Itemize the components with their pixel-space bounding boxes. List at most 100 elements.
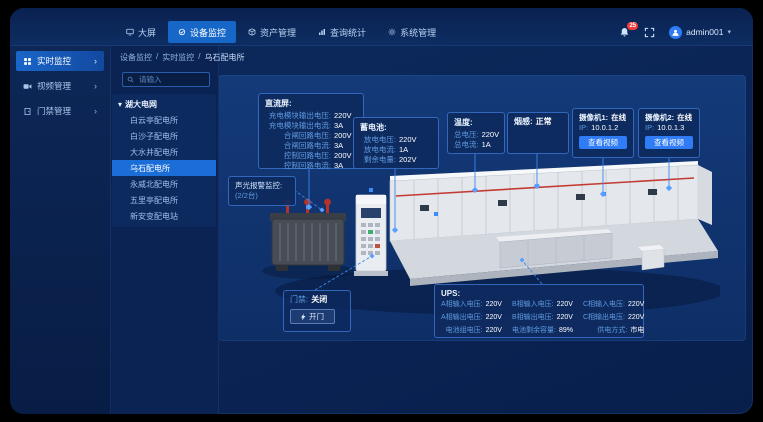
- sidebar-item-realtime-monitoring[interactable]: 实时监控 ›: [16, 51, 104, 71]
- equipment-marker[interactable]: [535, 184, 539, 188]
- camera1-view-video-button[interactable]: 查看视频: [579, 136, 627, 149]
- equipment-marker[interactable]: [369, 188, 373, 192]
- video-camera-icon: [23, 82, 32, 91]
- sidebar-item-video-management[interactable]: 视频管理 ›: [16, 76, 104, 96]
- camera2-panel: 摄像机2:在线 IP:10.0.1.3 查看视频: [638, 108, 700, 158]
- user-menu[interactable]: admin001 ▾: [669, 26, 731, 39]
- door-label: 门禁:: [290, 295, 308, 305]
- tab-system-management[interactable]: 系统管理: [378, 21, 446, 43]
- metric-value: 1A: [399, 145, 408, 155]
- temperature-panel: 温度: 总电压:220V 总电流:1A: [447, 112, 505, 154]
- metric-label: 总电流:: [454, 140, 479, 150]
- camera2-title: 摄像机2:: [645, 113, 674, 123]
- sidebar-item-access-control[interactable]: 门禁管理 ›: [16, 101, 104, 121]
- metric-value: 220V: [399, 135, 417, 145]
- smoke-label: 烟感:: [514, 117, 533, 127]
- metric-label: A相输入电压:: [441, 300, 483, 310]
- metric-value: 220V: [628, 300, 644, 310]
- metric-label: B相输入电压:: [512, 300, 554, 310]
- search-icon: [127, 76, 134, 83]
- tab-big-screen[interactable]: 大屏: [116, 21, 166, 43]
- open-door-button[interactable]: 开门: [290, 309, 335, 324]
- tree-item-station[interactable]: 永威北配电所: [112, 176, 216, 192]
- equipment-marker[interactable]: [434, 212, 438, 216]
- dc-panel-title: 直流屏:: [265, 98, 357, 109]
- metric-label: C相输出电压:: [583, 313, 625, 323]
- metric-value: 3A: [334, 121, 343, 131]
- fullscreen-icon: [644, 27, 655, 38]
- metric-value: 市电: [630, 326, 644, 336]
- camera1-panel: 摄像机1:在线 IP:10.0.1.2 查看视频: [572, 108, 634, 158]
- tree-item-station[interactable]: 白云亭配电所: [112, 112, 216, 128]
- notifications-button[interactable]: 25: [619, 27, 630, 38]
- metric-label: C相输入电压:: [583, 300, 625, 310]
- equipment-marker[interactable]: [306, 205, 310, 209]
- tree-item-station[interactable]: 新安变配电站: [112, 208, 216, 224]
- sidebar-item-label: 视频管理: [37, 80, 71, 92]
- battery-panel: 蓄电池: 放电电压:220V 放电电流:1A 剩余电量:202V: [353, 117, 439, 169]
- chevron-right-icon: ›: [94, 81, 97, 91]
- metric-label: B相输出电压:: [512, 313, 554, 323]
- metric-label: 放电电压:: [360, 135, 396, 145]
- search-input[interactable]: [137, 74, 205, 85]
- metric-value: 202V: [399, 155, 417, 165]
- metric-value: 220V: [557, 313, 573, 323]
- tree-item-station[interactable]: 大水井配电所: [112, 144, 216, 160]
- sidebar-item-label: 实时监控: [37, 55, 71, 67]
- tree-item-station[interactable]: 五里亭配电所: [112, 192, 216, 208]
- tab-query-statistics[interactable]: 查询统计: [308, 21, 376, 43]
- metric-value: 200V: [334, 131, 352, 141]
- camera2-ip: 10.0.1.3: [657, 123, 684, 133]
- chevron-right-icon: ›: [94, 56, 97, 66]
- tab-label: 系统管理: [400, 26, 436, 39]
- tree-item-station[interactable]: 白沙子配电所: [112, 128, 216, 144]
- ip-label: IP:: [645, 123, 654, 133]
- equipment-marker[interactable]: [602, 192, 606, 196]
- camera1-ip: 10.0.1.2: [591, 123, 618, 133]
- metric-value: 220V: [482, 130, 500, 140]
- screen: 大屏 设备监控 资产管理 查询统计 系统管理: [0, 0, 763, 422]
- audible-visual-alarm-panel: 声光报警监控: (2/2台): [228, 176, 296, 206]
- metric-value: 200V: [334, 151, 352, 161]
- temperature-panel-title: 温度:: [454, 117, 498, 128]
- tree-root-label: 湖大电网: [125, 99, 157, 110]
- big-screen-icon: [126, 28, 134, 36]
- ip-label: IP:: [579, 123, 588, 133]
- station-tree: ▾ 湖大电网 白云亭配电所 白沙子配电所 大水井配电所 乌石配电所 永威北配电所…: [112, 94, 216, 227]
- camera1-title: 摄像机1:: [579, 113, 608, 123]
- smoke-sensor-panel: 烟感:正常: [507, 112, 569, 154]
- breadcrumb-separator: /: [156, 52, 158, 63]
- tab-label: 资产管理: [260, 26, 296, 39]
- metric-label: 控制回路电压:: [265, 151, 331, 161]
- alarm-label: 声光报警监控:: [235, 181, 289, 191]
- user-icon: [671, 28, 680, 37]
- camera2-view-video-button[interactable]: 查看视频: [645, 136, 693, 149]
- username: admin001: [686, 27, 723, 37]
- metric-value: 3A: [334, 161, 343, 171]
- metric-value: 220V: [486, 313, 502, 323]
- metric-label: A相输出电压:: [441, 313, 483, 323]
- fullscreen-button[interactable]: [644, 27, 655, 38]
- door-icon: [23, 107, 32, 116]
- metric-label: 剩余电量:: [360, 155, 396, 165]
- tab-device-monitoring[interactable]: 设备监控: [168, 21, 236, 43]
- breadcrumb-current-station: 乌石配电所: [204, 52, 244, 63]
- tab-asset-management[interactable]: 资产管理: [238, 21, 306, 43]
- breadcrumb-device-monitoring[interactable]: 设备监控: [120, 52, 152, 63]
- gear-icon: [388, 28, 396, 36]
- top-navbar: 大屏 设备监控 资产管理 查询统计 系统管理: [10, 8, 753, 46]
- breadcrumb-realtime-monitoring[interactable]: 实时监控: [162, 52, 194, 63]
- tree-collapse-icon: ▾: [118, 100, 122, 109]
- tree-search-box: [122, 72, 210, 87]
- bolt-icon: [301, 313, 306, 321]
- nav-tabs: 大屏 设备监控 资产管理 查询统计 系统管理: [116, 19, 446, 45]
- tab-label: 大屏: [138, 26, 156, 39]
- metric-value: 220V: [486, 300, 502, 310]
- breadcrumb-separator: /: [198, 52, 200, 63]
- battery-panel-title: 蓄电池:: [360, 122, 432, 133]
- tree-item-station-selected[interactable]: 乌石配电所: [112, 160, 216, 176]
- metric-label: 合闸回路电流:: [265, 141, 331, 151]
- ups-metrics-grid: A相输入电压:220V B相输入电压:220V C相输入电压:220V A相输出…: [441, 300, 637, 336]
- nav-right-cluster: 25 admin001 ▾: [619, 19, 731, 45]
- tree-root-grid[interactable]: ▾ 湖大电网: [112, 97, 216, 112]
